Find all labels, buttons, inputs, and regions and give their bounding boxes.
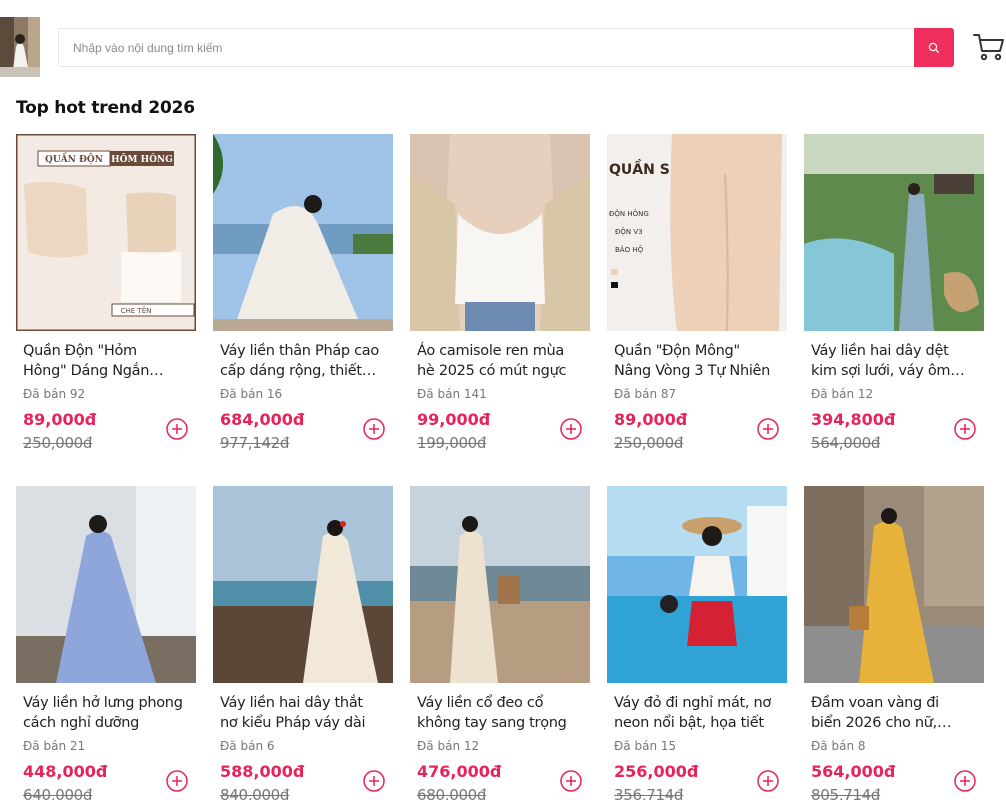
product-card[interactable]: QUẦN SU ĐỘN HÔNG ĐỘN V3 BẢO HỘ Quần "Độn…	[607, 134, 787, 474]
sold-count: Đã bán 8	[811, 739, 866, 753]
product-name: Váy liền thân Pháp cao cấp dáng rộng, th…	[220, 343, 379, 379]
plus-circle-icon	[757, 770, 779, 792]
original-price: 564,000đ	[811, 434, 881, 452]
original-price: 250,000đ	[23, 434, 93, 452]
product-name: Váy liền hai dây thắt nơ kiểu Pháp váy d…	[220, 695, 366, 731]
product-name: Váy đỏ đi nghỉ mát, nơ neon nổi bật, họa…	[614, 695, 771, 731]
product-image	[213, 486, 393, 683]
plus-circle-icon	[954, 770, 976, 792]
product-card[interactable]: QUẦN ĐỘN HÕM HÔNG CHE TÊN Quần Độn "Hỏm …	[16, 134, 196, 474]
original-price: 199,000đ	[417, 434, 487, 452]
cart-icon	[973, 34, 1004, 61]
original-price: 840,000đ	[220, 786, 290, 800]
add-to-cart-button[interactable]	[756, 417, 780, 441]
plus-circle-icon	[757, 418, 779, 440]
product-name: Áo camisole ren mùa hè 2025 có mút ngực	[417, 343, 567, 379]
sold-count: Đã bán 92	[23, 387, 86, 401]
product-card[interactable]: Váy liền hai dây thắt nơ kiểu Pháp váy d…	[213, 486, 393, 800]
sold-count: Đã bán 87	[614, 387, 677, 401]
product-price: 256,000đ	[614, 762, 699, 781]
original-price: 680,000đ	[417, 786, 487, 800]
plus-circle-icon	[560, 418, 582, 440]
svg-text:BẢO HỘ: BẢO HỘ	[615, 245, 644, 254]
product-image	[607, 486, 787, 683]
product-price: 476,000đ	[417, 762, 502, 781]
add-to-cart-button[interactable]	[362, 769, 386, 793]
add-to-cart-button[interactable]	[559, 417, 583, 441]
header	[0, 0, 1006, 90]
plus-circle-icon	[363, 418, 385, 440]
svg-text:HÕM HÔNG: HÕM HÔNG	[111, 153, 173, 165]
svg-text:QUẦN SU: QUẦN SU	[609, 159, 681, 178]
product-image	[804, 486, 984, 683]
search-button[interactable]	[914, 28, 954, 67]
original-price: 640,000đ	[23, 786, 93, 800]
product-card[interactable]: Váy đỏ đi nghỉ mát, nơ neon nổi bật, họa…	[607, 486, 787, 800]
sold-count: Đã bán 6	[220, 739, 275, 753]
svg-text:ĐỘN HÔNG: ĐỘN HÔNG	[609, 209, 649, 218]
product-image	[213, 134, 393, 331]
add-to-cart-button[interactable]	[362, 417, 386, 441]
svg-text:CHE TÊN: CHE TÊN	[121, 306, 152, 315]
product-price: 99,000đ	[417, 410, 491, 429]
product-name: Quần Độn "Hỏm Hông" Dáng Ngắn Nâng Mông	[23, 343, 150, 379]
avatar[interactable]	[0, 17, 40, 77]
product-card[interactable]: Váy liền cổ đeo cổ không tay sang trọng …	[410, 486, 590, 800]
search-icon	[928, 42, 940, 53]
original-price: 977,142đ	[220, 434, 290, 452]
plus-circle-icon	[954, 418, 976, 440]
product-image	[16, 486, 196, 683]
original-price: 250,000đ	[614, 434, 684, 452]
add-to-cart-button[interactable]	[559, 769, 583, 793]
plus-circle-icon	[166, 418, 188, 440]
search-input[interactable]	[59, 29, 915, 66]
add-to-cart-button[interactable]	[953, 417, 977, 441]
sold-count: Đã bán 21	[23, 739, 86, 753]
search-bar	[58, 28, 954, 67]
add-to-cart-button[interactable]	[756, 769, 780, 793]
product-price: 89,000đ	[614, 410, 688, 429]
product-image	[804, 134, 984, 331]
product-price: 564,000đ	[811, 762, 896, 781]
section-title: Top hot trend 2026	[16, 98, 195, 118]
add-to-cart-button[interactable]	[953, 769, 977, 793]
product-image	[410, 486, 590, 683]
product-price: 394,800đ	[811, 410, 896, 429]
plus-circle-icon	[363, 770, 385, 792]
product-card[interactable]: Váy liền hai dây dệt kim sợi lưới, váy ô…	[804, 134, 984, 474]
product-name: Đầm voan vàng đi biển 2026 cho nữ, dáng …	[811, 695, 939, 731]
product-card[interactable]: Đầm voan vàng đi biển 2026 cho nữ, dáng …	[804, 486, 984, 800]
product-name: Váy liền hở lưng phong cách nghỉ dưỡng	[23, 695, 183, 731]
original-price: 356,714đ	[614, 786, 684, 800]
sold-count: Đã bán 15	[614, 739, 677, 753]
sold-count: Đã bán 141	[417, 387, 487, 401]
product-name: Váy liền hai dây dệt kim sợi lưới, váy ô…	[811, 343, 951, 379]
plus-circle-icon	[166, 770, 188, 792]
product-card[interactable]: Váy liền thân Pháp cao cấp dáng rộng, th…	[213, 134, 393, 474]
original-price: 805,714đ	[811, 786, 881, 800]
product-card[interactable]: Áo camisole ren mùa hè 2025 có mút ngực …	[410, 134, 590, 474]
product-card[interactable]: Váy liền hở lưng phong cách nghỉ dưỡng Đ…	[16, 486, 196, 800]
product-price: 684,000đ	[220, 410, 305, 429]
product-image	[410, 134, 590, 331]
product-price: 89,000đ	[23, 410, 97, 429]
product-name: Quần "Độn Mông" Nâng Vòng 3 Tự Nhiên	[614, 343, 771, 379]
product-price: 588,000đ	[220, 762, 305, 781]
plus-circle-icon	[560, 770, 582, 792]
sold-count: Đã bán 12	[811, 387, 874, 401]
product-image: QUẦN SU ĐỘN HÔNG ĐỘN V3 BẢO HỘ	[607, 134, 787, 331]
svg-text:ĐỘN V3: ĐỘN V3	[615, 227, 643, 236]
product-image: QUẦN ĐỘN HÕM HÔNG CHE TÊN	[16, 134, 196, 331]
sold-count: Đã bán 12	[417, 739, 480, 753]
add-to-cart-button[interactable]	[165, 769, 189, 793]
sold-count: Đã bán 16	[220, 387, 283, 401]
product-price: 448,000đ	[23, 762, 108, 781]
cart-button[interactable]	[972, 30, 1006, 64]
add-to-cart-button[interactable]	[165, 417, 189, 441]
product-name: Váy liền cổ đeo cổ không tay sang trọng	[417, 695, 567, 731]
